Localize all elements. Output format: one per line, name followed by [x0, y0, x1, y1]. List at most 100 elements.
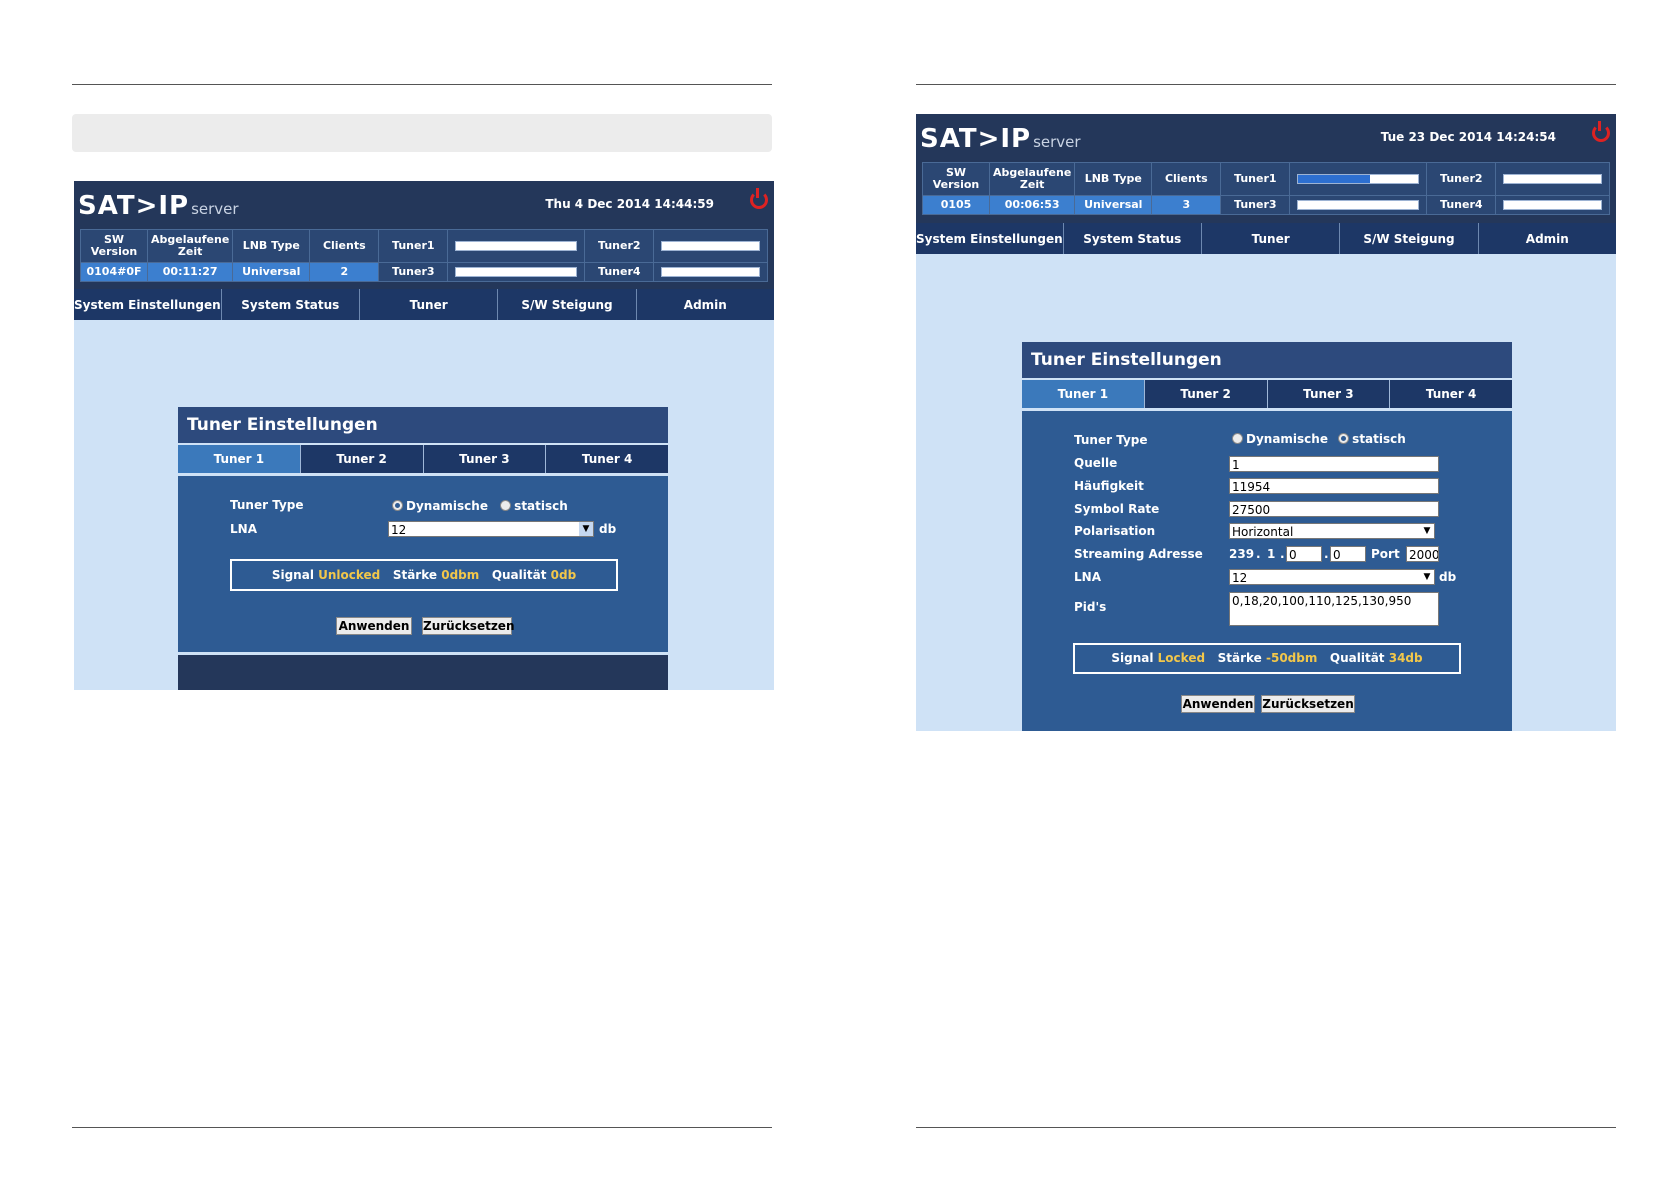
tab-tuner-1[interactable]: Tuner 1	[178, 445, 301, 473]
clients-value: 3	[1151, 195, 1222, 215]
tab-tuner-3[interactable]: Tuner 3	[423, 445, 547, 473]
tuner3-label: Tuner3	[1220, 195, 1291, 215]
lnb-label: LNB Type	[1074, 162, 1153, 196]
tuner3-bar	[447, 262, 586, 282]
power-icon[interactable]	[1592, 121, 1610, 142]
tuner-tabs: Tuner 1 Tuner 2 Tuner 3 Tuner 4	[1022, 380, 1512, 411]
lna-label: LNA	[1074, 570, 1101, 584]
nav-admin[interactable]: Admin	[1479, 223, 1616, 254]
lna-unit: db	[1439, 570, 1457, 584]
radio-static[interactable]	[1338, 433, 1350, 444]
nav-system-status[interactable]: System Status	[222, 289, 360, 320]
nav-system-status[interactable]: System Status	[1064, 223, 1202, 254]
apply-button[interactable]: Anwenden	[1181, 695, 1255, 713]
nav-tuner[interactable]: Tuner	[360, 289, 499, 320]
tuner-settings-panel: Tuner Einstellungen Tuner 1 Tuner 2 Tune…	[178, 407, 668, 690]
nav-tuner[interactable]: Tuner	[1202, 223, 1341, 254]
signal-status-box: Signal Unlocked Stärke 0dbm Qualität 0db	[230, 559, 618, 591]
tuner4-label: Tuner4	[584, 262, 655, 282]
lna-select[interactable]: 12 ▼	[1229, 569, 1435, 585]
frequency-input[interactable]: 11954	[1229, 478, 1439, 494]
reset-button[interactable]: Zurücksetzen	[1261, 695, 1355, 713]
lnb-label: LNB Type	[232, 229, 311, 263]
source-input[interactable]: 1	[1229, 456, 1439, 472]
elapsed-value: 00:11:27	[146, 262, 234, 282]
tuner4-label: Tuner4	[1426, 195, 1497, 215]
nav-admin[interactable]: Admin	[637, 289, 774, 320]
radio-dynamic[interactable]	[1232, 433, 1243, 444]
stream-dot-3: .	[1324, 547, 1329, 561]
tuner1-label: Tuner1	[378, 229, 449, 263]
stream-dot-1: .	[1256, 547, 1261, 561]
symbol-rate-input[interactable]: 27500	[1229, 501, 1439, 517]
tab-tuner-4[interactable]: Tuner 4	[1390, 380, 1512, 408]
stream-octet-4-input[interactable]: 0	[1330, 546, 1366, 562]
port-label: Port	[1371, 547, 1400, 561]
nav-sw-update[interactable]: S/W Steigung	[498, 289, 637, 320]
sw-version-value: 0104#0F	[80, 262, 148, 282]
tuner3-label: Tuner3	[378, 262, 449, 282]
radio-dynamic[interactable]	[392, 500, 403, 511]
satip-logo: SAT>IP server	[78, 191, 239, 221]
chevron-down-icon: ▼	[1423, 572, 1431, 582]
main-nav: System Einstellungen System Status Tuner…	[916, 223, 1616, 254]
port-input[interactable]: 2000	[1406, 546, 1439, 562]
tab-tuner-2[interactable]: Tuner 2	[1144, 380, 1268, 408]
tuner1-bar	[1289, 162, 1428, 196]
tuner-type-label: Tuner Type	[1074, 433, 1148, 447]
sw-version-label: SW Version	[80, 229, 148, 263]
apply-button[interactable]: Anwenden	[336, 617, 412, 635]
nav-system-settings[interactable]: System Einstellungen	[916, 223, 1064, 254]
top-rule-left	[72, 84, 772, 85]
stream-octet-3-input[interactable]: 0	[1286, 546, 1322, 562]
radio-static[interactable]	[500, 500, 512, 511]
nav-system-settings[interactable]: System Einstellungen	[74, 289, 222, 320]
signal-status-box: Signal Locked Stärke -50dbm Qualität 34d…	[1073, 643, 1461, 674]
tuner3-bar	[1289, 195, 1428, 215]
tuner-type-options: Dynamische statisch	[392, 499, 568, 513]
tuner4-bar	[653, 262, 768, 282]
source-label: Quelle	[1074, 456, 1118, 470]
tuner-type-label: Tuner Type	[230, 498, 304, 512]
sw-version-label: SW Version	[922, 162, 990, 196]
lnb-value: Universal	[232, 262, 311, 282]
tuner2-bar	[653, 229, 768, 263]
stream-dot-2: .	[1280, 547, 1285, 561]
tuner4-bar	[1495, 195, 1610, 215]
satip-logo: SAT>IP server	[920, 124, 1081, 154]
polarisation-select[interactable]: Horizontal ▼	[1229, 523, 1435, 539]
pids-textarea[interactable]: 0,18,20,100,110,125,130,950	[1229, 592, 1439, 626]
clients-label: Clients	[309, 229, 380, 263]
nav-sw-update[interactable]: S/W Steigung	[1340, 223, 1479, 254]
power-icon[interactable]	[750, 188, 768, 209]
elapsed-label: Abgelaufene Zeit	[988, 162, 1076, 196]
heading-bar	[72, 114, 772, 152]
sw-version-value: 0105	[922, 195, 990, 215]
tab-tuner-1[interactable]: Tuner 1	[1022, 380, 1145, 408]
tab-tuner-3[interactable]: Tuner 3	[1267, 380, 1391, 408]
reset-button[interactable]: Zurücksetzen	[422, 617, 514, 635]
stream-octet-1: 239	[1229, 547, 1255, 561]
lnb-value: Universal	[1074, 195, 1153, 215]
tab-tuner-2[interactable]: Tuner 2	[300, 445, 424, 473]
tuner1-label: Tuner1	[1220, 162, 1291, 196]
streaming-address-label: Streaming Adresse	[1074, 547, 1203, 561]
pids-label: Pid's	[1074, 600, 1107, 614]
lna-select[interactable]: 12 ▼	[388, 521, 594, 537]
elapsed-label: Abgelaufene Zeit	[146, 229, 234, 263]
chevron-down-icon: ▼	[579, 522, 593, 536]
chevron-down-icon: ▼	[1423, 526, 1431, 536]
bottom-rule-left	[72, 1127, 772, 1128]
main-nav: System Einstellungen System Status Tuner…	[74, 289, 774, 320]
top-rule-right	[916, 84, 1616, 85]
elapsed-value: 00:06:53	[988, 195, 1076, 215]
tuner2-label: Tuner2	[1426, 162, 1497, 196]
status-table: SW Version Abgelaufene Zeit LNB Type Cli…	[80, 229, 768, 282]
tab-tuner-4[interactable]: Tuner 4	[546, 445, 668, 473]
tuner2-bar	[1495, 162, 1610, 196]
tuner2-label: Tuner2	[584, 229, 655, 263]
bottom-rule-right	[916, 1127, 1616, 1128]
right-screenshot: SAT>IP server Tue 23 Dec 2014 14:24:54 SW…	[916, 114, 1616, 731]
lna-label: LNA	[230, 522, 257, 536]
panel-footer-band	[178, 652, 668, 690]
